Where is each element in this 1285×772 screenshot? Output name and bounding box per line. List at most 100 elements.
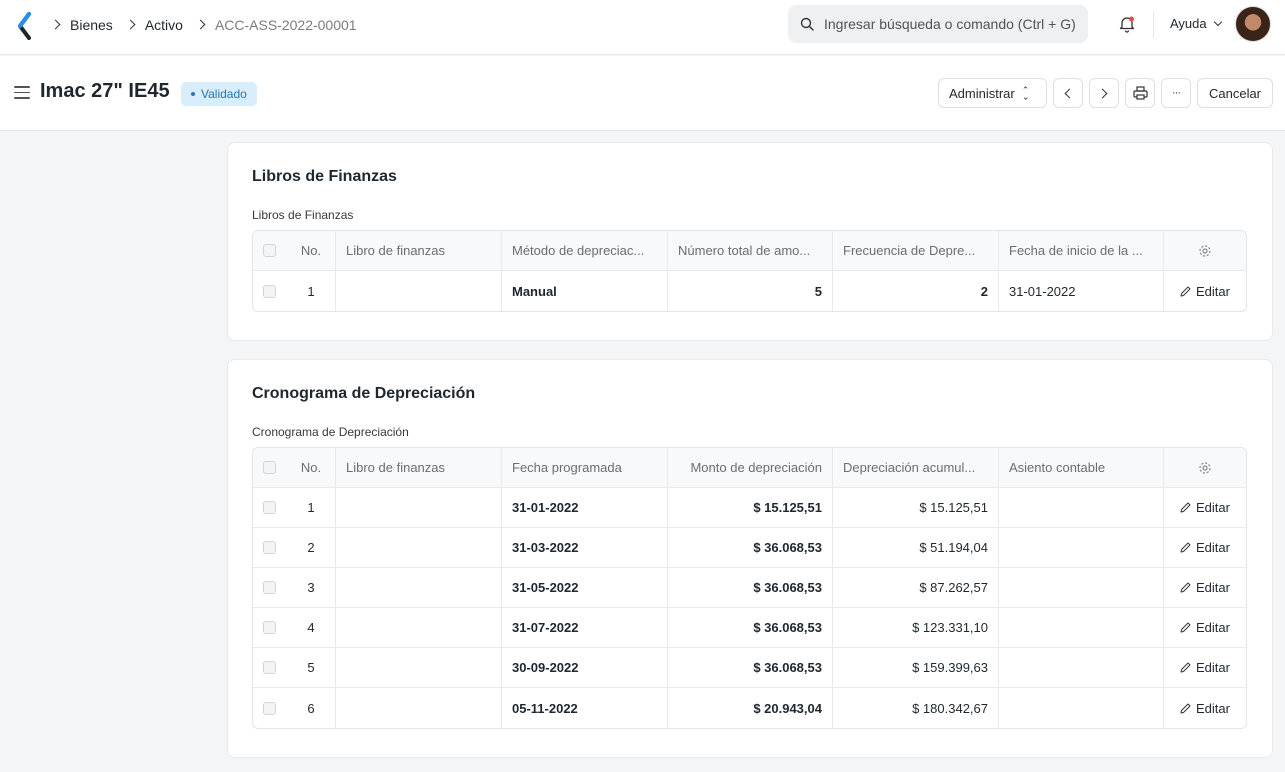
row-checkbox-cell	[253, 568, 287, 607]
column-header: Depreciación acumul...	[833, 448, 999, 487]
total-depreciations-cell[interactable]: 5	[668, 271, 833, 311]
table-row[interactable]: 6 05-11-2022 $ 20.943,04 $ 180.342,67 Ed…	[253, 688, 1246, 728]
gear-icon[interactable]	[1198, 461, 1212, 475]
select-all-checkbox-cell	[253, 231, 287, 270]
start-date-cell[interactable]: 31-01-2022	[999, 271, 1164, 311]
table-row[interactable]: 3 31-05-2022 $ 36.068,53 $ 87.262,57 Edi…	[253, 568, 1246, 608]
row-checkbox[interactable]	[263, 661, 276, 674]
search-input[interactable]: Ingresar búsqueda o comando (Ctrl + G)	[788, 5, 1088, 43]
row-number: 1	[287, 271, 336, 311]
journal-entry-cell[interactable]	[999, 528, 1164, 567]
depreciation-amount-cell[interactable]: $ 15.125,51	[668, 488, 833, 527]
row-checkbox-cell	[253, 528, 287, 567]
row-checkbox[interactable]	[263, 501, 276, 514]
finance-book-cell[interactable]	[336, 568, 502, 607]
journal-entry-cell[interactable]	[999, 608, 1164, 647]
table-label: Cronograma de Depreciación	[252, 425, 409, 439]
breadcrumb-item-activo[interactable]: Activo	[145, 17, 183, 33]
edit-row-button[interactable]: Editar	[1164, 271, 1246, 311]
table-row[interactable]: 4 31-07-2022 $ 36.068,53 $ 123.331,10 Ed…	[253, 608, 1246, 648]
journal-entry-cell[interactable]	[999, 568, 1164, 607]
edit-row-button[interactable]: Editar	[1164, 488, 1246, 527]
breadcrumb-item-current[interactable]: ACC-ASS-2022-00001	[215, 17, 357, 33]
depreciation-amount-cell[interactable]: $ 36.068,53	[668, 568, 833, 607]
journal-entry-cell[interactable]	[999, 488, 1164, 527]
depreciation-amount-cell[interactable]: $ 36.068,53	[668, 608, 833, 647]
table-row[interactable]: 1 Manual 5 2 31-01-2022 Editar	[253, 271, 1246, 311]
edit-row-button[interactable]: Editar	[1164, 688, 1246, 728]
depreciation-amount-cell[interactable]: $ 36.068,53	[668, 648, 833, 687]
accumulated-depreciation-cell[interactable]: $ 159.399,63	[833, 648, 999, 687]
row-checkbox[interactable]	[263, 541, 276, 554]
accumulated-depreciation-cell[interactable]: $ 180.342,67	[833, 688, 999, 728]
finance-book-cell[interactable]	[336, 488, 502, 527]
more-actions-button[interactable]: ···	[1161, 78, 1191, 108]
gear-icon[interactable]	[1198, 244, 1212, 258]
manage-button[interactable]: Administrar ⌃ ⌃	[938, 78, 1047, 108]
accumulated-depreciation-cell[interactable]: $ 15.125,51	[833, 488, 999, 527]
next-record-button[interactable]	[1089, 78, 1119, 108]
depreciation-amount-cell[interactable]: $ 20.943,04	[668, 688, 833, 728]
edit-row-button[interactable]: Editar	[1164, 568, 1246, 607]
page-head: Imac 27" IE45 Validado Administrar ⌃ ⌃ ··…	[0, 56, 1285, 131]
help-dropdown[interactable]: Ayuda	[1170, 16, 1222, 31]
notification-bell-icon[interactable]	[1118, 15, 1136, 33]
schedule-date-cell[interactable]: 30-09-2022	[502, 648, 668, 687]
previous-record-button[interactable]	[1053, 78, 1083, 108]
finance-book-cell[interactable]	[336, 648, 502, 687]
print-button[interactable]	[1125, 78, 1155, 108]
finance-book-cell[interactable]	[336, 271, 502, 311]
row-checkbox[interactable]	[263, 621, 276, 634]
select-all-checkbox[interactable]	[263, 244, 276, 257]
column-settings-cell	[1164, 231, 1246, 270]
chevron-left-icon	[1064, 88, 1075, 98]
table-row[interactable]: 2 31-03-2022 $ 36.068,53 $ 51.194,04 Edi…	[253, 528, 1246, 568]
row-checkbox[interactable]	[263, 284, 276, 298]
column-header: Fecha de inicio de la ...	[999, 231, 1164, 270]
row-number: 5	[287, 648, 336, 687]
sidebar-toggle-icon[interactable]	[14, 86, 30, 103]
row-checkbox[interactable]	[263, 701, 276, 715]
table-row[interactable]: 1 31-01-2022 $ 15.125,51 $ 15.125,51 Edi…	[253, 488, 1246, 528]
app-logo-icon[interactable]	[15, 12, 35, 40]
chevron-right-icon	[125, 19, 136, 30]
frequency-cell[interactable]: 2	[833, 271, 999, 311]
finance-books-table: No. Libro de finanzas Método de deprecia…	[252, 230, 1247, 312]
schedule-date-cell[interactable]: 31-03-2022	[502, 528, 668, 567]
finance-book-cell[interactable]	[336, 608, 502, 647]
row-checkbox-cell	[253, 648, 287, 687]
breadcrumb-item-bienes[interactable]: Bienes	[70, 17, 113, 33]
accumulated-depreciation-cell[interactable]: $ 51.194,04	[833, 528, 999, 567]
chevron-down-icon	[1213, 17, 1222, 27]
finance-book-cell[interactable]	[336, 688, 502, 728]
search-placeholder: Ingresar búsqueda o comando (Ctrl + G)	[824, 16, 1076, 32]
edit-row-button[interactable]: Editar	[1164, 608, 1246, 647]
edit-row-button[interactable]: Editar	[1164, 528, 1246, 567]
pencil-icon	[1180, 622, 1191, 633]
row-checkbox[interactable]	[263, 581, 276, 594]
schedule-date-cell[interactable]: 31-05-2022	[502, 568, 668, 607]
edit-row-button[interactable]: Editar	[1164, 648, 1246, 687]
printer-icon	[1132, 86, 1148, 100]
page-title: Imac 27" IE45	[40, 80, 170, 102]
column-settings-cell	[1164, 448, 1246, 487]
table-row[interactable]: 5 30-09-2022 $ 36.068,53 $ 159.399,63 Ed…	[253, 648, 1246, 688]
user-avatar[interactable]	[1235, 6, 1271, 42]
chevron-right-icon	[195, 19, 206, 30]
select-all-checkbox[interactable]	[263, 461, 276, 474]
accumulated-depreciation-cell[interactable]: $ 87.262,57	[833, 568, 999, 607]
finance-book-cell[interactable]	[336, 528, 502, 567]
row-checkbox-cell	[253, 688, 287, 728]
cancel-button[interactable]: Cancelar	[1197, 78, 1273, 108]
depreciation-amount-cell[interactable]: $ 36.068,53	[668, 528, 833, 567]
accumulated-depreciation-cell[interactable]: $ 123.331,10	[833, 608, 999, 647]
schedule-date-cell[interactable]: 31-07-2022	[502, 608, 668, 647]
row-checkbox-cell	[253, 271, 287, 311]
schedule-date-cell[interactable]: 31-01-2022	[502, 488, 668, 527]
journal-entry-cell[interactable]	[999, 688, 1164, 728]
pencil-icon	[1180, 542, 1191, 553]
chevron-right-icon	[50, 19, 61, 30]
depreciation-method-cell[interactable]: Manual	[502, 271, 668, 311]
schedule-date-cell[interactable]: 05-11-2022	[502, 688, 668, 728]
journal-entry-cell[interactable]	[999, 648, 1164, 687]
